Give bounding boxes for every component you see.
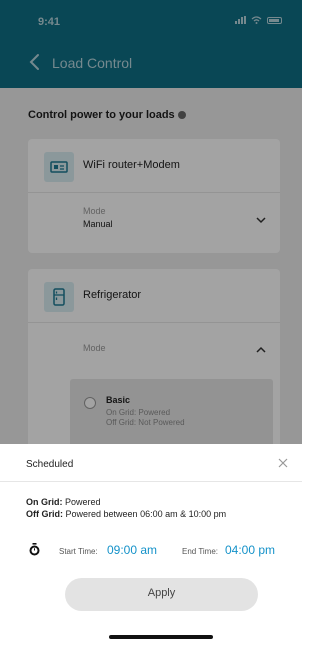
on-grid-label: On Grid: [26, 497, 63, 507]
chevron-down-icon[interactable] [256, 215, 266, 225]
home-indicator [109, 635, 213, 639]
on-grid-line: On Grid: Powered [26, 497, 101, 507]
sheet-title: Scheduled [26, 459, 74, 470]
option-title: Basic [106, 395, 131, 405]
section-heading: Control power to your loads [28, 109, 186, 121]
battery-icon [267, 16, 282, 24]
mode-option-basic[interactable]: Basic On Grid: Powered Off Grid: Not Pow… [70, 379, 273, 449]
off-grid-value: Powered between 06:00 am & 10:00 pm [65, 509, 227, 519]
mode-selector[interactable]: Mode [28, 323, 280, 383]
info-icon[interactable] [177, 111, 186, 120]
mode-selector[interactable]: Mode Manual [28, 193, 280, 253]
wifi-icon [251, 16, 262, 24]
back-chevron-icon[interactable] [26, 52, 46, 72]
bottom-sheet: Scheduled On Grid: Powered Off Grid: Pow… [0, 444, 302, 647]
sheet-header: Scheduled [0, 444, 302, 482]
load-card-router: WiFi router+Modem Mode Manual [28, 139, 280, 253]
mode-label: Mode [83, 343, 106, 353]
page-title: Load Control [52, 55, 133, 71]
status-icons [235, 16, 282, 24]
router-icon [44, 152, 74, 182]
end-time-label: End Time: [182, 547, 219, 556]
app-screen: 9:41 Load Control Control power to your … [0, 0, 302, 647]
load-list: Control power to your loads WiFi router+… [0, 88, 302, 449]
nav-bar: Load Control [0, 44, 302, 84]
load-card-refrigerator: Refrigerator Mode Basic On Grid: Powered… [28, 269, 280, 449]
end-time-value[interactable]: 04:00 pm [225, 543, 275, 557]
timer-icon [29, 543, 40, 556]
status-time: 9:41 [38, 16, 61, 28]
radio-button[interactable] [84, 397, 96, 409]
load-card-header[interactable]: Refrigerator [28, 269, 280, 323]
signal-icon [235, 16, 246, 24]
close-icon[interactable] [274, 454, 292, 472]
app-header: 9:41 Load Control [0, 0, 302, 88]
load-card-header[interactable]: WiFi router+Modem [28, 139, 280, 193]
start-time-label: Start Time: [59, 547, 98, 556]
section-title: Control power to your loads [28, 109, 175, 121]
apply-button[interactable]: Apply [65, 578, 258, 611]
start-time-value[interactable]: 09:00 am [107, 543, 157, 557]
refrigerator-icon [44, 282, 74, 312]
apply-label: Apply [147, 587, 176, 599]
option-on-grid: On Grid: Powered [106, 408, 171, 417]
off-grid-line: Off Grid: Powered between 06:00 am & 10:… [26, 509, 226, 519]
load-name: WiFi router+Modem [83, 159, 180, 171]
chevron-up-icon[interactable] [256, 345, 266, 355]
load-name: Refrigerator [83, 289, 142, 301]
on-grid-value: Powered [65, 497, 101, 507]
option-off-grid: Off Grid: Not Powered [106, 418, 185, 427]
status-bar: 9:41 [0, 0, 302, 40]
mode-label: Mode [83, 206, 106, 216]
mode-value: Manual [83, 219, 113, 229]
off-grid-label: Off Grid: [26, 509, 63, 519]
